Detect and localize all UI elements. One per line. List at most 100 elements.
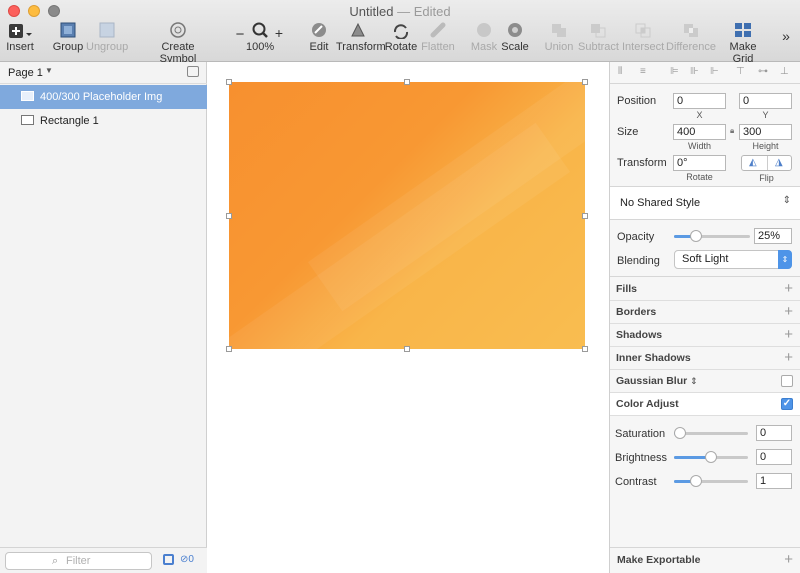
add-shadow-icon[interactable]: + [784, 324, 793, 346]
fills-section[interactable]: Fills + [610, 278, 800, 301]
shadows-section[interactable]: Shadows + [610, 324, 800, 347]
resize-handle-top-right[interactable] [582, 79, 588, 85]
slice-count[interactable]: ⊘0 [180, 554, 194, 565]
zoom-control[interactable]: 100% [246, 22, 274, 53]
resize-handle-right[interactable] [582, 213, 588, 219]
gaussian-blur-section[interactable]: Gaussian Blur ⇕ [610, 370, 800, 393]
add-page-icon[interactable] [187, 66, 199, 77]
flip-caption: Flip [759, 173, 774, 183]
inspector-panel: ⫴ ≡ ⊫ ⊪ ⊩ ⊤ ⊶ ⊥ Position 0 0 X Y Size 40… [609, 62, 800, 573]
brightness-slider[interactable] [674, 451, 748, 463]
contrast-slider-knob[interactable] [690, 475, 702, 487]
symbols-icon[interactable] [163, 554, 174, 565]
ungroup-button[interactable]: Ungroup [86, 22, 128, 53]
position-x-input[interactable]: 0 [673, 93, 726, 109]
align-center-icon[interactable]: ⊪ [690, 66, 702, 78]
intersect-icon [622, 22, 664, 39]
gaussian-blur-checkbox[interactable] [781, 375, 793, 387]
contrast-label: Contrast [615, 476, 657, 488]
align-top-icon[interactable]: ⊤ [736, 66, 748, 78]
layer-item-rectangle[interactable]: Rectangle 1 [0, 109, 207, 133]
inner-shadows-section[interactable]: Inner Shadows + [610, 347, 800, 370]
saturation-slider-knob[interactable] [674, 427, 686, 439]
contrast-input[interactable]: 1 [756, 473, 792, 489]
align-right-icon[interactable]: ⊩ [710, 66, 722, 78]
make-grid-button[interactable]: Make Grid [718, 22, 768, 65]
saturation-slider[interactable] [674, 427, 748, 439]
intersect-button[interactable]: Intersect [622, 22, 664, 53]
ungroup-icon [86, 22, 128, 39]
layer-item-placeholder-img[interactable]: 400/300 Placeholder Img [0, 85, 207, 109]
resize-handle-top-left[interactable] [226, 79, 232, 85]
color-adjust-section[interactable]: Color Adjust ✓ [610, 393, 800, 416]
create-symbol-button[interactable]: Create Symbol [142, 22, 214, 65]
rotate-button[interactable]: Rotate [384, 22, 418, 53]
slice-count-value: 0 [188, 554, 194, 565]
rotate-input[interactable]: 0° [673, 155, 726, 171]
overflow-label: » [782, 28, 790, 44]
group-button[interactable]: Group [52, 22, 84, 53]
position-y-value: 0 [743, 95, 750, 107]
subtract-button[interactable]: Subtract [578, 22, 619, 53]
resize-handle-bottom-left[interactable] [226, 346, 232, 352]
transform-button[interactable]: Transform [336, 22, 386, 53]
position-y-input[interactable]: 0 [739, 93, 792, 109]
resize-handle-bottom[interactable] [404, 346, 410, 352]
flip-horizontal-icon[interactable]: ◭ [749, 157, 757, 168]
add-border-icon[interactable]: + [784, 301, 793, 323]
resize-handle-bottom-right[interactable] [582, 346, 588, 352]
height-input[interactable]: 300 [739, 124, 792, 140]
scale-button[interactable]: Scale [500, 22, 530, 53]
difference-label: Difference [666, 41, 716, 53]
canvas[interactable] [208, 62, 609, 573]
edit-button[interactable]: Edit [304, 22, 334, 53]
chevron-updown-icon[interactable]: ⇕ [690, 376, 698, 386]
union-button[interactable]: Union [544, 22, 574, 53]
rotate-icon [384, 22, 418, 39]
color-adjust-checkbox[interactable]: ✓ [781, 398, 793, 410]
brightness-slider-knob[interactable] [705, 451, 717, 463]
saturation-input[interactable]: 0 [756, 425, 792, 441]
width-caption: Width [687, 141, 711, 151]
page-name: Page 1 [8, 67, 43, 79]
opacity-slider[interactable] [674, 230, 750, 242]
align-bottom-icon[interactable]: ⊥ [780, 66, 792, 78]
flip-vertical-icon[interactable]: ◮ [775, 157, 783, 168]
mask-label: Mask [470, 41, 498, 53]
x-caption: X [696, 110, 703, 120]
opacity-slider-knob[interactable] [690, 230, 702, 242]
contrast-slider[interactable] [674, 475, 748, 487]
align-middle-icon[interactable]: ⊶ [758, 66, 770, 78]
add-export-icon[interactable]: + [784, 548, 793, 572]
shared-style-select[interactable]: No Shared Style ⇕ [610, 187, 800, 219]
flatten-button[interactable]: Flatten [420, 22, 456, 53]
zoom-level: 100% [246, 41, 275, 53]
blending-select[interactable]: Soft Light ⇕ [674, 250, 792, 269]
gaussian-blur-label: Gaussian Blur [616, 375, 688, 387]
resize-handle-left[interactable] [226, 213, 232, 219]
layer-filter-input[interactable]: ⌕ Filter [5, 552, 152, 570]
width-input[interactable]: 400 [673, 124, 726, 140]
brightness-input[interactable]: 0 [756, 449, 792, 465]
placeholder-image[interactable] [229, 82, 585, 349]
page-selector[interactable]: Page 1 ▼ [0, 62, 207, 84]
borders-section[interactable]: Borders + [610, 301, 800, 324]
add-fill-icon[interactable]: + [784, 278, 793, 300]
lock-icon[interactable]: 🔒︎ [730, 126, 734, 136]
align-left-icon[interactable]: ⊫ [670, 66, 682, 78]
divider [610, 276, 800, 277]
zoom-in-button[interactable]: + [272, 25, 286, 41]
insert-button[interactable]: Insert [4, 22, 36, 53]
resize-handle-top[interactable] [404, 79, 410, 85]
opacity-input[interactable]: 25% [754, 228, 792, 244]
distribute-horizontal-icon[interactable]: ⫴ [618, 66, 630, 78]
toolbar-overflow-button[interactable]: » [778, 28, 794, 44]
difference-button[interactable]: Difference [666, 22, 716, 53]
make-exportable-section[interactable]: Make Exportable + [610, 547, 800, 573]
layer-label: Rectangle 1 [40, 115, 99, 127]
distribute-vertical-icon[interactable]: ≡ [640, 66, 652, 78]
rotate-caption: Rotate [686, 172, 713, 182]
mask-button[interactable]: Mask [470, 22, 498, 53]
add-inner-shadow-icon[interactable]: + [784, 347, 793, 369]
subtract-icon [578, 22, 618, 39]
